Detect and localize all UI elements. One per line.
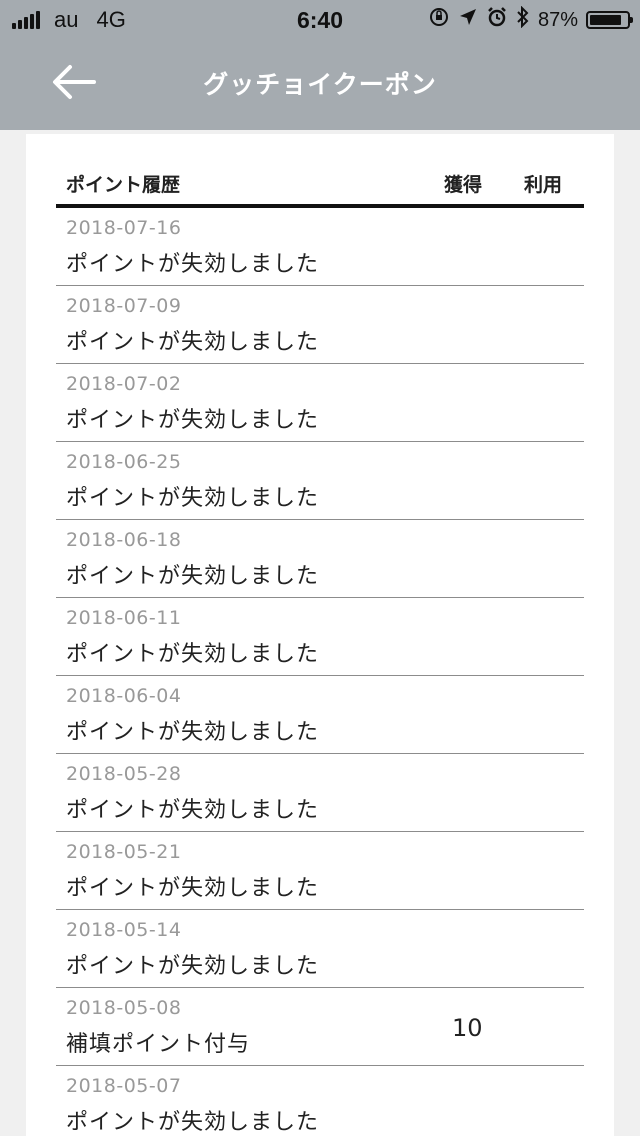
history-row: 2018-05-21 ポイントが失効しました	[56, 832, 584, 910]
row-date: 2018-07-02	[66, 373, 182, 395]
row-date: 2018-05-08	[66, 997, 182, 1019]
row-date: 2018-07-09	[66, 295, 182, 317]
orientation-lock-icon	[428, 6, 450, 34]
row-description: ポイントが失効しました	[66, 486, 320, 511]
row-date: 2018-06-18	[66, 529, 182, 551]
point-history-card: ポイント履歴 獲得 利用 2018-07-16 ポイントが失効しました 2018…	[26, 134, 614, 1136]
nav-bar: グッチョイクーポン	[0, 40, 640, 130]
history-row: 2018-07-02 ポイントが失効しました	[56, 364, 584, 442]
table-header: ポイント履歴 獲得 利用	[56, 134, 584, 208]
row-date: 2018-05-28	[66, 763, 182, 785]
row-description: ポイントが失効しました	[66, 408, 320, 433]
row-description: ポイントが失効しました	[66, 564, 320, 589]
row-date: 2018-06-11	[66, 607, 182, 629]
header-point-history: ポイント履歴	[66, 174, 181, 196]
row-description: ポイントが失効しました	[66, 954, 320, 979]
row-description: ポイントが失効しました	[66, 876, 320, 901]
history-row: 2018-06-11 ポイントが失効しました	[56, 598, 584, 676]
row-date: 2018-06-04	[66, 685, 182, 707]
battery-fill	[590, 15, 622, 25]
header-earned: 獲得	[444, 174, 483, 196]
history-row: 2018-05-28 ポイントが失効しました	[56, 754, 584, 832]
header-used: 利用	[524, 174, 563, 196]
row-date: 2018-07-16	[66, 217, 182, 239]
history-row: 2018-06-18 ポイントが失効しました	[56, 520, 584, 598]
history-row: 2018-05-08 補填ポイント付与 10	[56, 988, 584, 1066]
battery-icon	[586, 11, 633, 29]
row-date: 2018-05-21	[66, 841, 182, 863]
row-description: ポイントが失効しました	[66, 330, 320, 355]
history-list[interactable]: 2018-07-16 ポイントが失効しました 2018-07-09 ポイントが失…	[56, 208, 584, 1136]
row-description: ポイントが失効しました	[66, 642, 320, 667]
history-row: 2018-07-16 ポイントが失効しました	[56, 208, 584, 286]
status-bar: au 4G 6:40 87%	[0, 0, 640, 40]
status-bar-right: 87%	[420, 0, 633, 40]
row-earned: 10	[452, 1014, 483, 1042]
history-row: 2018-05-14 ポイントが失効しました	[56, 910, 584, 988]
row-date: 2018-06-25	[66, 451, 182, 473]
row-description: ポイントが失効しました	[66, 798, 320, 823]
history-row: 2018-06-04 ポイントが失効しました	[56, 676, 584, 754]
bluetooth-icon	[516, 5, 530, 34]
row-description: ポイントが失効しました	[66, 720, 320, 745]
location-arrow-icon	[458, 7, 478, 33]
history-row: 2018-06-25 ポイントが失効しました	[56, 442, 584, 520]
row-description: ポイントが失効しました	[66, 252, 320, 277]
history-row: 2018-05-07 ポイントが失効しました	[56, 1066, 584, 1136]
alarm-clock-icon	[486, 6, 508, 34]
row-description: 補填ポイント付与	[66, 1032, 251, 1057]
row-date: 2018-05-07	[66, 1075, 182, 1097]
row-date: 2018-05-14	[66, 919, 182, 941]
battery-percent: 87%	[537, 8, 578, 31]
history-row: 2018-07-09 ポイントが失効しました	[56, 286, 584, 364]
page-title: グッチョイクーポン	[203, 70, 437, 99]
row-description: ポイントが失効しました	[66, 1110, 320, 1135]
